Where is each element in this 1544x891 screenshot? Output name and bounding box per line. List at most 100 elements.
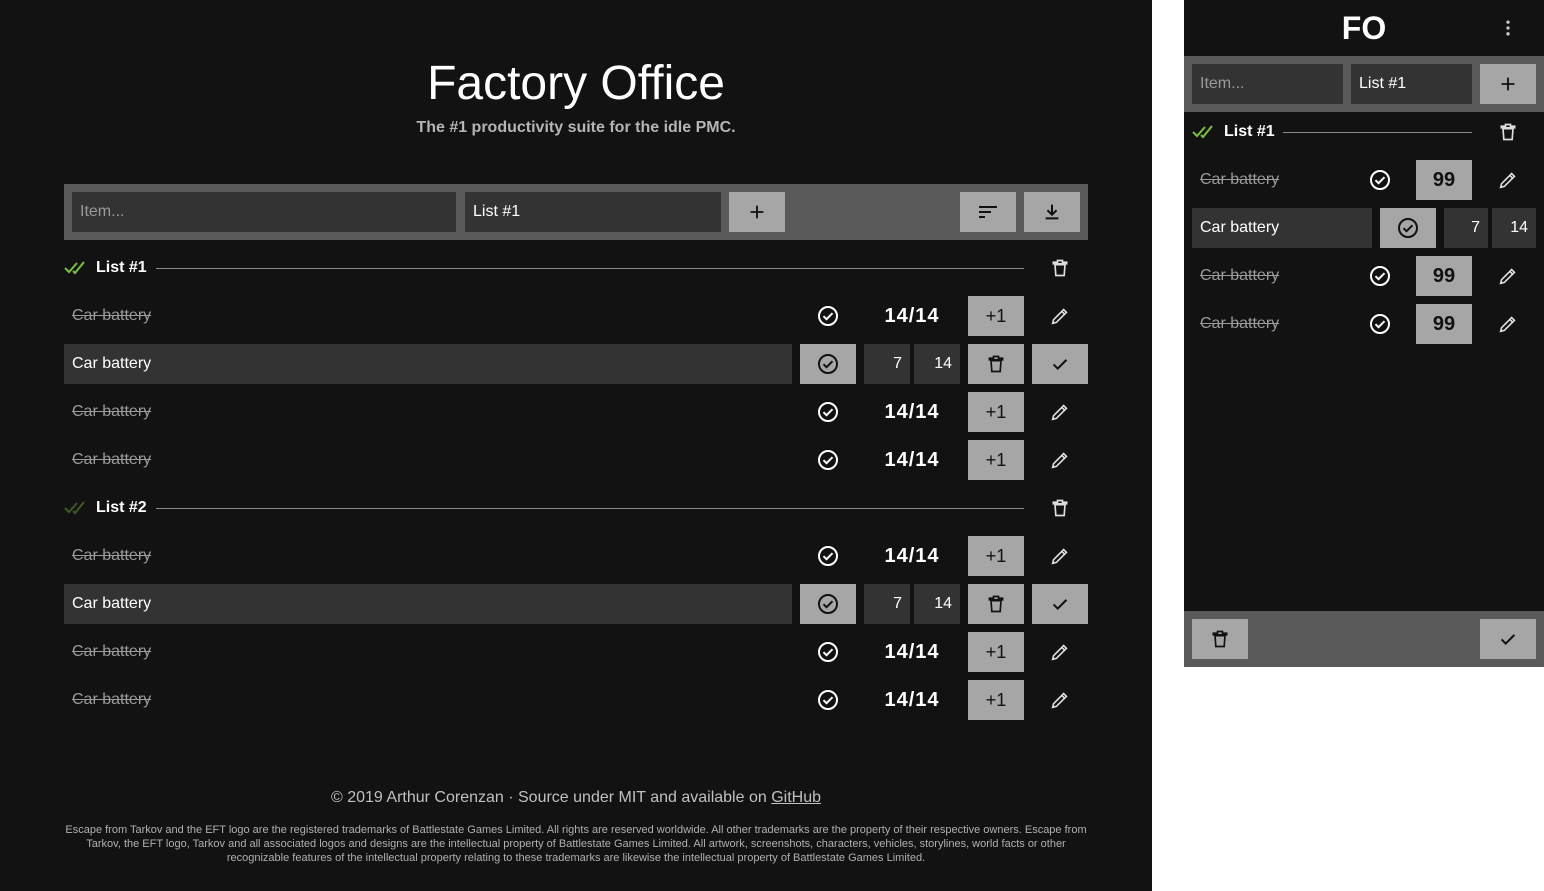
list-header: List #1 xyxy=(1192,112,1536,152)
delete-item-button[interactable] xyxy=(968,344,1024,384)
save-item-button[interactable] xyxy=(1480,619,1536,659)
complete-toggle[interactable] xyxy=(1352,304,1408,344)
add-item-button[interactable] xyxy=(729,192,785,232)
download-icon xyxy=(1041,201,1063,223)
edit-button[interactable] xyxy=(1488,160,1528,200)
item-label: Car battery xyxy=(72,307,152,324)
edit-button[interactable] xyxy=(1032,296,1088,336)
check-icon xyxy=(1049,593,1071,615)
desktop-view: Factory Office The #1 productivity suite… xyxy=(0,0,1152,891)
check-icon xyxy=(1049,353,1071,375)
item-name-field[interactable]: Car battery xyxy=(64,344,792,384)
delete-list-button[interactable] xyxy=(1040,248,1080,288)
item-quantity: 99 xyxy=(1416,256,1472,296)
check-circle-icon xyxy=(816,352,840,376)
divider xyxy=(156,268,1024,269)
item-label: Car battery xyxy=(72,691,152,708)
increment-button[interactable]: +1 xyxy=(968,536,1024,576)
item-name-field[interactable]: Car battery xyxy=(64,584,792,624)
increment-button[interactable]: +1 xyxy=(968,296,1024,336)
add-item-button[interactable] xyxy=(1480,64,1536,104)
increment-button[interactable]: +1 xyxy=(968,440,1024,480)
more-menu-button[interactable] xyxy=(1488,8,1528,48)
double-check-icon xyxy=(64,260,90,276)
need-field[interactable]: 14 xyxy=(1492,208,1536,248)
save-item-button[interactable] xyxy=(1032,344,1088,384)
copyright-text: © 2019 Arthur Corenzan · Source under MI… xyxy=(331,789,767,806)
list-item: Car battery 99 xyxy=(1192,160,1536,200)
list-item: Car battery 14/14 +1 xyxy=(64,296,1088,336)
complete-toggle[interactable] xyxy=(800,584,856,624)
need-field[interactable]: 14 xyxy=(914,344,960,384)
check-circle-icon xyxy=(816,640,840,664)
item-label: Car battery xyxy=(72,403,152,420)
github-link[interactable]: GitHub xyxy=(771,789,821,806)
complete-toggle[interactable] xyxy=(800,344,856,384)
check-circle-icon xyxy=(1368,168,1392,192)
complete-toggle[interactable] xyxy=(800,296,856,336)
list-item: Car battery 99 xyxy=(1192,256,1536,296)
page-title: Factory Office xyxy=(427,57,725,110)
more-vert-icon xyxy=(1498,18,1518,38)
complete-toggle[interactable] xyxy=(1380,208,1436,248)
item-label: Car battery xyxy=(1200,315,1280,332)
item-input[interactable] xyxy=(1192,64,1343,104)
check-circle-icon xyxy=(816,448,840,472)
complete-toggle[interactable] xyxy=(800,680,856,720)
edit-button[interactable] xyxy=(1032,632,1088,672)
delete-list-button[interactable] xyxy=(1040,488,1080,528)
download-button[interactable] xyxy=(1024,192,1080,232)
edit-button[interactable] xyxy=(1488,256,1528,296)
edit-button[interactable] xyxy=(1032,440,1088,480)
check-circle-icon xyxy=(816,592,840,616)
pencil-icon xyxy=(1049,641,1071,663)
edit-button[interactable] xyxy=(1032,536,1088,576)
pencil-icon xyxy=(1497,265,1519,287)
delete-list-button[interactable] xyxy=(1488,112,1528,152)
delete-item-button[interactable] xyxy=(968,584,1024,624)
item-input[interactable] xyxy=(72,192,456,232)
save-item-button[interactable] xyxy=(1032,584,1088,624)
list-input[interactable] xyxy=(465,192,721,232)
increment-button[interactable]: +1 xyxy=(968,392,1024,432)
plus-icon xyxy=(746,201,768,223)
list-item: Car battery 99 xyxy=(1192,304,1536,344)
complete-toggle[interactable] xyxy=(800,392,856,432)
check-circle-icon xyxy=(1368,312,1392,336)
list-input[interactable] xyxy=(1351,64,1472,104)
delete-item-button[interactable] xyxy=(1192,619,1248,659)
complete-toggle[interactable] xyxy=(800,632,856,672)
sort-button[interactable] xyxy=(960,192,1016,232)
item-label: Car battery xyxy=(1200,171,1280,188)
have-field[interactable]: 7 xyxy=(1444,208,1488,248)
complete-toggle[interactable] xyxy=(800,536,856,576)
item-name-field[interactable]: Car battery xyxy=(1192,208,1372,248)
mobile-header: FO xyxy=(1184,0,1544,56)
increment-button[interactable]: +1 xyxy=(968,680,1024,720)
complete-toggle[interactable] xyxy=(1352,256,1408,296)
have-field[interactable]: 7 xyxy=(864,344,910,384)
list-item: Car battery 14/14 +1 xyxy=(64,440,1088,480)
edit-button[interactable] xyxy=(1032,392,1088,432)
list-item-editing: Car battery 7 14 xyxy=(64,584,1088,624)
complete-toggle[interactable] xyxy=(800,440,856,480)
list-name: List #2 xyxy=(96,499,147,516)
list-item: Car battery 14/14 +1 xyxy=(64,536,1088,576)
list-name: List #1 xyxy=(1224,123,1275,140)
need-field[interactable]: 14 xyxy=(914,584,960,624)
item-count: 14/14 xyxy=(884,449,940,471)
legal-notice: Escape from Tarkov and the EFT logo are … xyxy=(65,824,1087,864)
edit-button[interactable] xyxy=(1032,680,1088,720)
edit-button[interactable] xyxy=(1488,304,1528,344)
complete-toggle[interactable] xyxy=(1352,160,1408,200)
item-label: Car battery xyxy=(72,451,152,468)
increment-button[interactable]: +1 xyxy=(968,632,1024,672)
item-quantity: 99 xyxy=(1416,304,1472,344)
divider xyxy=(156,508,1024,509)
item-count: 14/14 xyxy=(884,545,940,567)
have-field[interactable]: 7 xyxy=(864,584,910,624)
mobile-view: FO List #1 Car battery 99 Car battery xyxy=(1184,0,1544,667)
mobile-add-toolbar xyxy=(1184,56,1544,112)
check-circle-icon xyxy=(1396,216,1420,240)
list-item: Car battery 14/14 +1 xyxy=(64,392,1088,432)
